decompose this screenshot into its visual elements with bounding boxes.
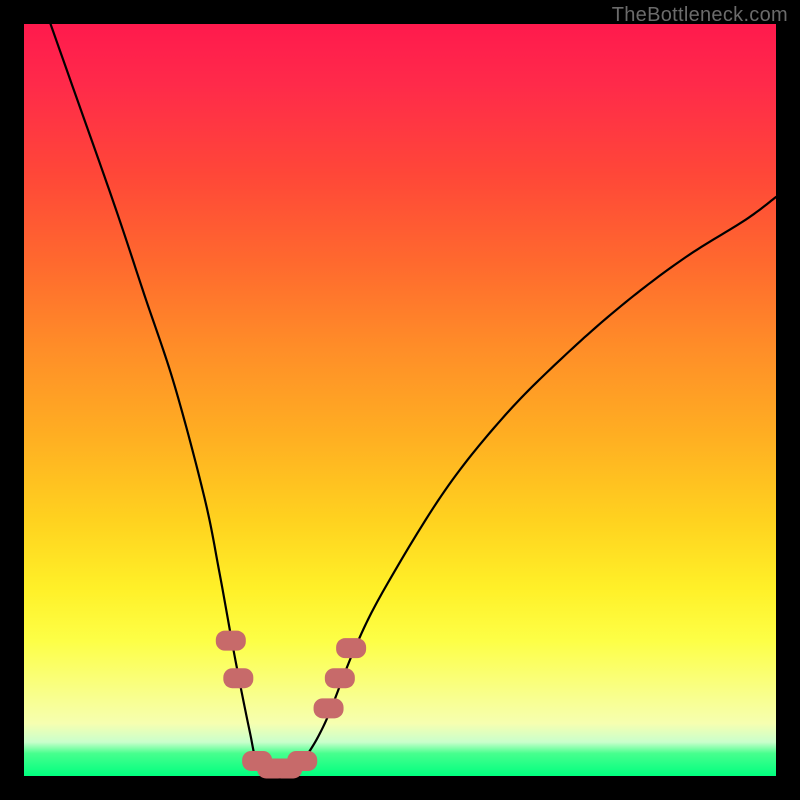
- chart-frame: TheBottleneck.com: [0, 0, 800, 800]
- marker-left-lower: [223, 668, 253, 688]
- plot-area: [24, 24, 776, 776]
- marker-left-upper: [216, 631, 246, 651]
- bottleneck-curve: [24, 0, 776, 769]
- curve-layer: [24, 24, 776, 776]
- marker-flat-4: [287, 751, 317, 771]
- watermark-text: TheBottleneck.com: [612, 4, 788, 27]
- marker-right-lower: [314, 698, 344, 718]
- marker-right-upper: [336, 638, 366, 658]
- marker-right-mid: [325, 668, 355, 688]
